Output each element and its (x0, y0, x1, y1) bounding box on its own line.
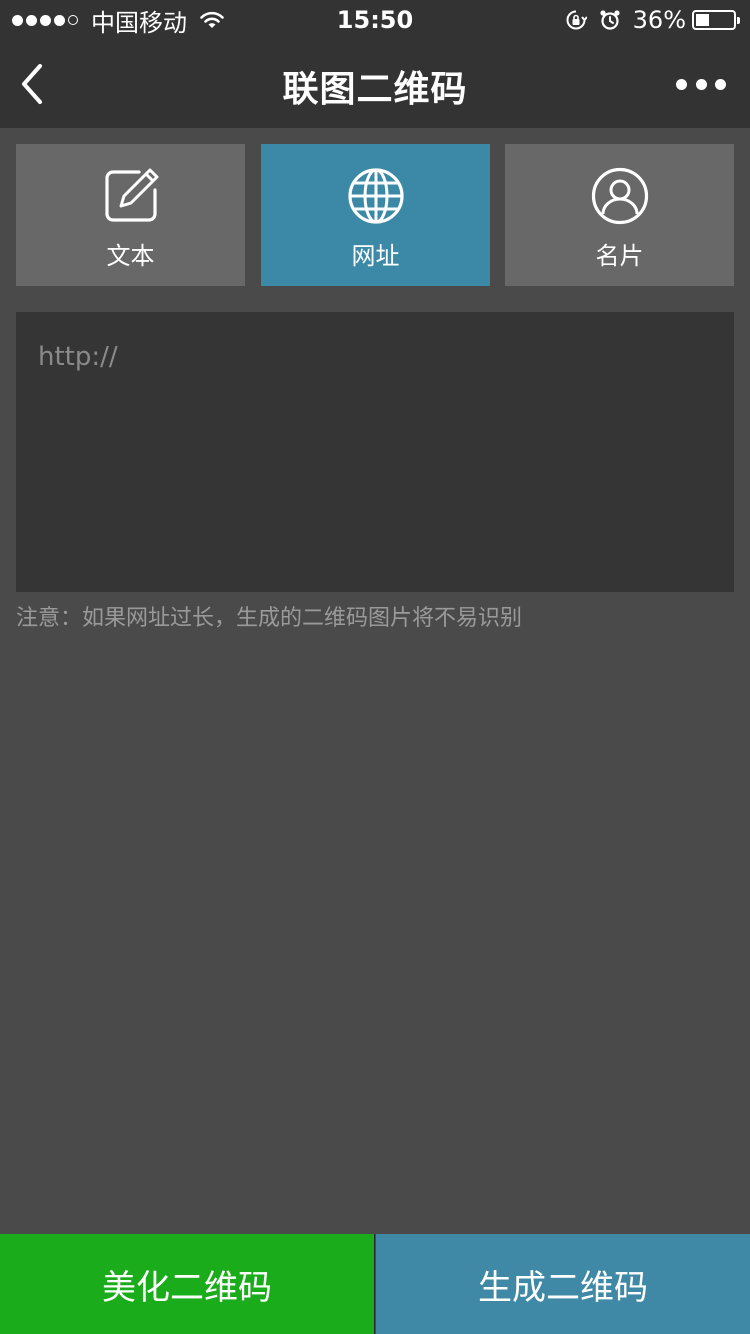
status-bar: 中国移动 15:50 36% (0, 0, 750, 40)
status-right: 36% (565, 6, 740, 34)
tab-url-label: 网址 (351, 242, 400, 270)
tab-card[interactable]: 名片 (505, 144, 734, 286)
battery-icon (692, 10, 740, 30)
more-button[interactable] (676, 72, 726, 96)
bottom-action-bar: 美化二维码 生成二维码 (0, 1234, 750, 1334)
tab-text-label: 文本 (106, 242, 155, 270)
rotation-lock-icon (566, 10, 587, 30)
more-dots-icon (715, 78, 726, 90)
battery-percent: 36% (632, 6, 686, 34)
battery-tip (737, 17, 740, 24)
alarm-icon (600, 10, 620, 30)
more-dots-icon (676, 78, 687, 90)
tab-text[interactable]: 文本 (16, 144, 245, 286)
user-icon (591, 167, 648, 225)
edit-icon (104, 168, 158, 222)
url-length-note: 注意：如果网址过长，生成的二维码图片将不易识别 (16, 606, 523, 631)
top-bar: 中国移动 15:50 36% 联图二维码 (0, 0, 750, 128)
tab-card-label: 名片 (595, 242, 644, 270)
tab-url[interactable]: 网址 (261, 144, 490, 286)
battery-level (696, 14, 709, 26)
more-dots-icon (695, 78, 707, 90)
page-title: 联图二维码 (282, 69, 468, 110)
generate-qr-button[interactable]: 生成二维码 (376, 1234, 750, 1334)
type-tabs: 文本 网址 名片 (16, 144, 734, 286)
globe-icon (347, 168, 404, 224)
url-input[interactable] (16, 312, 734, 592)
nav-bar: 联图二维码 (0, 40, 750, 128)
beautify-qr-button[interactable]: 美化二维码 (0, 1234, 375, 1334)
